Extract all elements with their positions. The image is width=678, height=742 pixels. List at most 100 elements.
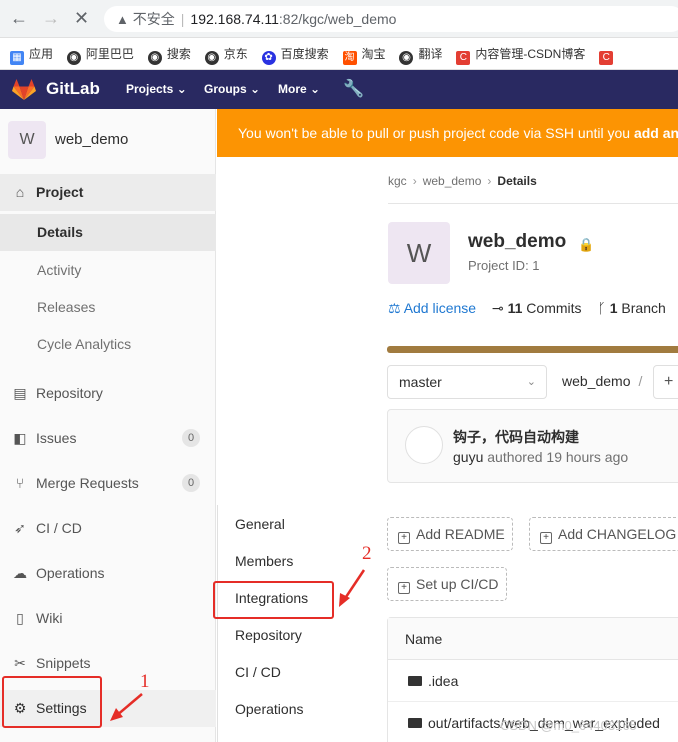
bookmarks-bar: ▦ 应用 ◉ 阿里巴巴 ◉ 搜索 ◉ 京东 ✿ 百度搜索 淘淘宝 ◉ 翻译 C 内容管理-CS… <box>0 38 678 70</box>
commits-link[interactable]: ⊸ 11 Commits <box>492 300 582 317</box>
repository-languages-bar <box>387 346 678 353</box>
document-icon: ▤ <box>13 385 27 401</box>
breadcrumb-web-demo[interactable]: web_demo <box>423 174 482 188</box>
baidu-paw-icon: ✿ <box>261 51 276 65</box>
project-stats: ⚖ Add license ⊸ 11 Commits ᚴ 1 Branch <box>388 300 678 317</box>
merge-request-icon: ⑂ <box>15 475 25 491</box>
flyout-item-operations[interactable]: Operations <box>218 691 368 728</box>
repo-path: web_demo / <box>562 373 642 389</box>
project-sidebar: W web_demo ⌂ Project Details Activity Rel… <box>0 109 216 742</box>
branches-link[interactable]: ᚴ 1 Branch <box>597 300 665 316</box>
sidebar-project-header[interactable]: W web_demo <box>0 109 216 171</box>
add-license-link[interactable]: ⚖ Add license <box>388 300 476 317</box>
flyout-item-ci-cd[interactable]: CI / CD <box>218 654 368 691</box>
sidebar-item-ci-cd[interactable]: ➶ CI / CD <box>0 510 216 547</box>
projects-menu[interactable]: Projects ⌄ <box>126 82 187 96</box>
watermark: CSDN @m0_64403165 <box>500 718 637 733</box>
add-changelog-button[interactable]: + Add CHANGELOG <box>529 517 678 551</box>
breadcrumb-details[interactable]: Details <box>497 174 536 188</box>
branch-icon: ᚴ <box>597 300 606 316</box>
issues-icon: ◧ <box>13 430 27 446</box>
sidebar-item-wiki[interactable]: ▯ Wiki <box>0 600 216 637</box>
chevron-down-icon: ⌄ <box>250 82 261 96</box>
bookmark-apps[interactable]: ▦ 应用 <box>10 38 53 69</box>
csdn-icon: C <box>456 51 471 65</box>
bookmark-csdn-2[interactable]: C <box>599 38 618 69</box>
chevron-right-icon: › <box>412 174 417 188</box>
avatar[interactable] <box>405 426 443 464</box>
sidebar-item-issues[interactable]: ◧ Issues 0 <box>0 420 216 457</box>
globe-icon: ◉ <box>204 51 219 65</box>
bookmark-jd[interactable]: ◉ 京东 <box>204 38 248 69</box>
setup-ci-cd-button[interactable]: + Set up CI/CD <box>387 567 507 601</box>
sidebar-subitem-cycle-analytics[interactable]: Cycle Analytics <box>0 326 216 363</box>
taobao-icon: 淘 <box>342 51 357 65</box>
bookmark-translate[interactable]: ◉ 翻译 <box>399 38 442 69</box>
project-id: Project ID: 1 <box>468 258 540 273</box>
file-table-header-name: Name <box>388 618 678 660</box>
flyout-item-general[interactable]: General <box>218 506 368 543</box>
sidebar-project-name: web_demo <box>55 131 129 148</box>
globe-icon: ◉ <box>147 51 162 65</box>
last-commit-panel: 钩子，代码自动构建 guyu authored 19 hours ago <box>387 409 678 483</box>
folder-icon <box>408 676 422 686</box>
commit-icon: ⊸ <box>491 300 504 316</box>
repo-root-link[interactable]: web_demo <box>562 373 631 389</box>
table-row[interactable]: .idea <box>388 660 678 702</box>
plus-square-icon: + <box>398 532 410 544</box>
flyout-item-repository[interactable]: Repository <box>218 617 368 654</box>
forward-icon[interactable]: → <box>42 8 60 29</box>
sidebar-item-repository[interactable]: ▤ Repository <box>0 375 216 412</box>
plus-square-icon: + <box>540 532 552 544</box>
bookmark-alibaba[interactable]: ◉ 阿里巴巴 <box>66 38 134 69</box>
ssh-key-warning-banner: You won't be able to pull or push projec… <box>217 109 678 157</box>
annotation-box-integrations <box>213 581 334 619</box>
more-menu[interactable]: More ⌄ <box>278 82 320 96</box>
chevron-down-icon: ⌄ <box>176 82 187 96</box>
add-file-button[interactable]: + <box>653 365 678 399</box>
chevron-down-icon: ⌄ <box>526 376 536 388</box>
commit-author[interactable]: guyu <box>453 449 483 465</box>
folder-icon <box>408 718 422 728</box>
sidebar-item-operations[interactable]: ☁ Operations <box>0 555 216 592</box>
bookmark-csdn[interactable]: C 内容管理-CSDN博客 <box>456 38 585 69</box>
sidebar-subitem-releases[interactable]: Releases <box>0 289 216 326</box>
apps-grid-icon: ▦ <box>10 51 24 65</box>
home-icon: ⌂ <box>15 184 25 200</box>
bookmark-search[interactable]: ◉ 搜索 <box>147 38 191 69</box>
commit-meta: guyu authored 19 hours ago <box>453 449 629 465</box>
banner-text: You won't be able to pull or push projec… <box>238 125 634 141</box>
gitlab-navbar: GitLab Projects ⌄ Groups ⌄ More ⌄ 🔧 <box>0 70 678 109</box>
globe-icon: ◉ <box>66 51 81 65</box>
bookmark-baidu[interactable]: ✿ 百度搜索 <box>261 38 329 69</box>
sidebar-item-merge-requests[interactable]: ⑂ Merge Requests 0 <box>0 465 216 502</box>
commit-title[interactable]: 钩子，代码自动构建 <box>453 427 579 447</box>
banner-link[interactable]: add an <box>634 125 678 141</box>
settings-flyout-menu: General Members Integrations Repository … <box>217 505 367 742</box>
address-separator: | <box>180 11 185 27</box>
scale-icon: ⚖ <box>388 300 401 316</box>
branch-selector[interactable]: master ⌄ <box>387 365 547 399</box>
rocket-icon: ➶ <box>14 520 26 536</box>
chevron-down-icon: ⌄ <box>310 82 321 96</box>
plus-icon: + <box>664 373 674 390</box>
gitlab-brand[interactable]: GitLab <box>46 79 100 99</box>
stop-icon[interactable]: ✕ <box>74 8 89 29</box>
sidebar-subitem-activity[interactable]: Activity <box>0 252 216 289</box>
plus-square-icon: + <box>398 582 410 594</box>
breadcrumb-kgc[interactable]: kgc <box>388 174 407 188</box>
annotation-box-settings <box>2 676 102 728</box>
add-readme-button[interactable]: + Add README <box>387 517 513 551</box>
sidebar-subitem-details[interactable]: Details <box>0 214 216 251</box>
merge-requests-count-badge: 0 <box>182 474 200 492</box>
path-slash: / <box>638 373 643 389</box>
address-bar[interactable]: ▲ 不安全 | 192.168.74.11:82/kgc/web_demo <box>104 6 678 32</box>
csdn-icon: C <box>599 51 614 65</box>
gitlab-tanuki-icon[interactable] <box>12 79 36 101</box>
groups-menu[interactable]: Groups ⌄ <box>204 82 260 96</box>
wrench-icon[interactable]: 🔧 <box>343 79 364 99</box>
annotation-arrow-2 <box>339 569 366 607</box>
back-icon[interactable]: ← <box>10 8 28 29</box>
bookmark-taobao[interactable]: 淘淘宝 <box>342 38 386 69</box>
sidebar-item-project[interactable]: ⌂ Project <box>0 174 216 211</box>
